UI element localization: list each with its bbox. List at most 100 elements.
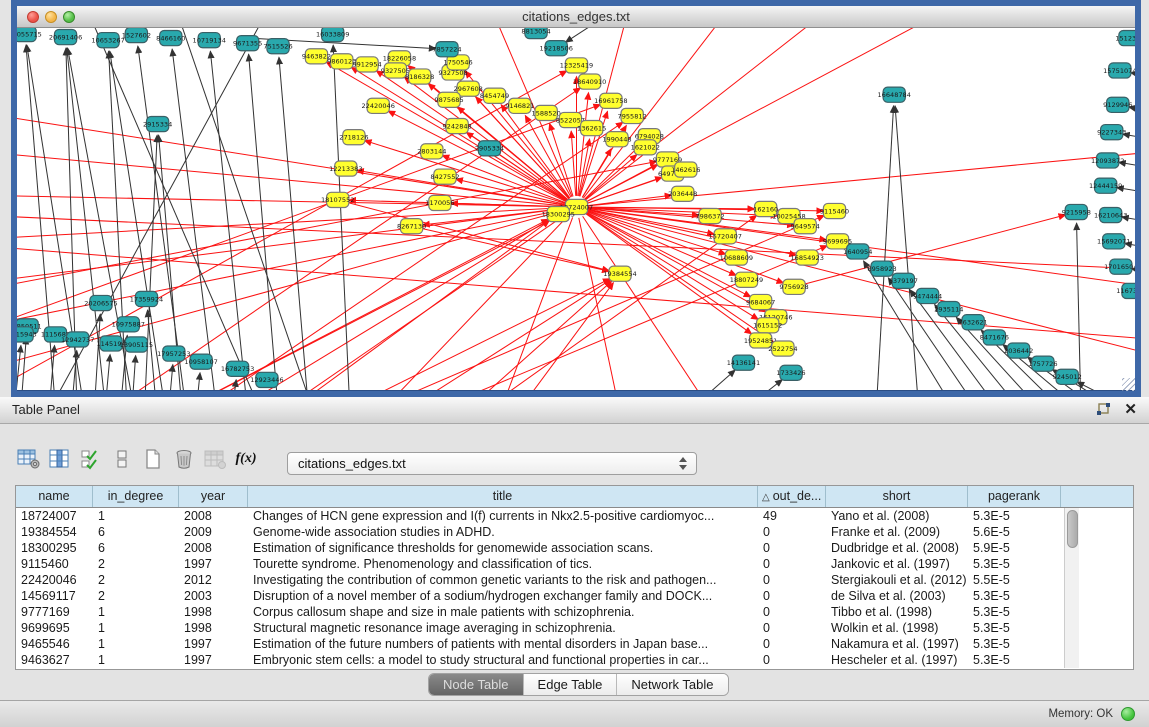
table-cell-in_degree[interactable]: 6 bbox=[93, 524, 179, 540]
graph-node[interactable]: 12923446 bbox=[250, 372, 283, 387]
table-cell-short[interactable]: Hescheler et al. (1997) bbox=[826, 652, 968, 668]
new-file-icon[interactable] bbox=[140, 446, 166, 472]
table-cell-in_degree[interactable]: 2 bbox=[93, 572, 179, 588]
graph-node[interactable]: 1640954 bbox=[843, 244, 872, 259]
column-header-out_de[interactable]: △out_de... bbox=[758, 486, 826, 507]
table-cell-short[interactable]: Dudbridge et al. (2008) bbox=[826, 540, 968, 556]
graph-node[interactable]: 9242848 bbox=[442, 119, 471, 134]
graph-node[interactable]: 7857224 bbox=[432, 42, 461, 57]
table-cell-title[interactable]: Investigating the contribution of common… bbox=[248, 572, 758, 588]
table-cell-title[interactable]: Structural magnetic resonance image aver… bbox=[248, 620, 758, 636]
table-cell-out_de[interactable]: 0 bbox=[758, 556, 826, 572]
graph-node[interactable]: 6379197 bbox=[889, 273, 918, 288]
graph-node[interactable]: 10653267 bbox=[91, 33, 124, 48]
graph-node[interactable]: 18640910 bbox=[573, 74, 606, 89]
table-cell-short[interactable]: de Silva et al. (2003) bbox=[826, 588, 968, 604]
graph-node[interactable]: 10719134 bbox=[193, 33, 226, 48]
table-row[interactable]: 946554611997Estimation of the future num… bbox=[16, 636, 1133, 652]
table-cell-title[interactable]: Estimation of significance thresholds fo… bbox=[248, 540, 758, 556]
table-cell-out_de[interactable]: 49 bbox=[758, 508, 826, 524]
graph-node[interactable]: 9912954 bbox=[352, 57, 381, 72]
table-cell-out_de[interactable]: 0 bbox=[758, 652, 826, 668]
graph-node[interactable]: 2036448 bbox=[668, 186, 697, 201]
table-cell-year[interactable]: 2008 bbox=[179, 508, 248, 524]
table-cell-year[interactable]: 2012 bbox=[179, 572, 248, 588]
graph-node[interactable]: 11673514 bbox=[1116, 283, 1135, 298]
graph-node[interactable]: 1990448 bbox=[602, 132, 631, 147]
table-cell-pagerank[interactable]: 5.5E-5 bbox=[968, 572, 1061, 588]
tab-edge-table[interactable]: Edge Table bbox=[524, 674, 618, 695]
table-cell-out_de[interactable]: 0 bbox=[758, 524, 826, 540]
graph-node[interactable]: 9115460 bbox=[820, 203, 849, 218]
float-panel-icon[interactable] bbox=[1096, 403, 1111, 417]
close-button[interactable] bbox=[27, 11, 39, 23]
table-cell-in_degree[interactable]: 1 bbox=[93, 620, 179, 636]
graph-node[interactable]: 12444159 bbox=[1089, 178, 1122, 193]
graph-node[interactable]: 1527602 bbox=[122, 28, 151, 43]
network-view[interactable]: 1872400794638229860123991295418226058932… bbox=[17, 28, 1135, 390]
graph-node[interactable]: 14055715 bbox=[17, 28, 42, 42]
graph-node[interactable]: 9129946 bbox=[1103, 97, 1132, 112]
graph-node[interactable]: 10975887 bbox=[112, 317, 145, 332]
column-header-short[interactable]: short bbox=[826, 486, 968, 507]
table-cell-in_degree[interactable]: 2 bbox=[93, 588, 179, 604]
table-cell-pagerank[interactable]: 5.9E-5 bbox=[968, 540, 1061, 556]
table-cell-pagerank[interactable]: 5.6E-5 bbox=[968, 524, 1061, 540]
graph-node[interactable]: 17016504 bbox=[1104, 259, 1135, 274]
column-header-pagerank[interactable]: pagerank bbox=[968, 486, 1061, 507]
table-cell-in_degree[interactable]: 1 bbox=[93, 636, 179, 652]
graph-node[interactable]: 2718126 bbox=[339, 130, 368, 145]
table-cell-year[interactable]: 2003 bbox=[179, 588, 248, 604]
table-scrollbar[interactable] bbox=[1064, 508, 1079, 668]
table-cell-name[interactable]: 19384554 bbox=[16, 524, 93, 540]
table-cell-in_degree[interactable]: 1 bbox=[93, 604, 179, 620]
graph-node[interactable]: 12213383 bbox=[329, 161, 362, 176]
graph-node[interactable]: 2036442 bbox=[1004, 343, 1033, 358]
graph-node[interactable]: 9671355 bbox=[233, 36, 262, 51]
table-cell-short[interactable]: Yano et al. (2008) bbox=[826, 508, 968, 524]
graph-node[interactable]: 7955812 bbox=[618, 108, 647, 123]
graph-node[interactable]: 7986372 bbox=[695, 208, 724, 223]
graph-node[interactable]: 9875685 bbox=[434, 92, 463, 107]
graph-node[interactable]: 8958923 bbox=[867, 261, 896, 276]
table-cell-out_de[interactable]: 0 bbox=[758, 604, 826, 620]
table-cell-name[interactable]: 9463627 bbox=[16, 652, 93, 668]
window-resize-grip[interactable] bbox=[1122, 378, 1135, 391]
function-icon[interactable]: f(x) bbox=[233, 446, 259, 472]
graph-node[interactable]: 1170056 bbox=[425, 195, 454, 210]
graph-node[interactable]: 1757726 bbox=[1028, 356, 1057, 371]
graph-node[interactable]: 17359924 bbox=[130, 291, 163, 306]
table-cell-name[interactable]: 9777169 bbox=[16, 604, 93, 620]
graph-node[interactable]: 8267130 bbox=[397, 219, 426, 234]
column-header-in_degree[interactable]: in_degree bbox=[93, 486, 179, 507]
table-cell-name[interactable]: 14569117 bbox=[16, 588, 93, 604]
graph-node[interactable]: 1512304 bbox=[1115, 31, 1135, 46]
table-row[interactable]: 969969511998Structural magnetic resonanc… bbox=[16, 620, 1133, 636]
table-cell-title[interactable]: Embryonic stem cells: a model to study s… bbox=[248, 652, 758, 668]
table-cell-year[interactable]: 1998 bbox=[179, 620, 248, 636]
table-cell-pagerank[interactable]: 5.3E-5 bbox=[968, 620, 1061, 636]
table-cell-pagerank[interactable]: 5.3E-5 bbox=[968, 508, 1061, 524]
table-cell-name[interactable]: 18300295 bbox=[16, 540, 93, 556]
table-cell-pagerank[interactable]: 5.3E-5 bbox=[968, 556, 1061, 572]
graph-node[interactable]: 10688609 bbox=[720, 250, 753, 265]
table-cell-year[interactable]: 1997 bbox=[179, 556, 248, 572]
table-row[interactable]: 1456911722003Disruption of a novel membe… bbox=[16, 588, 1133, 604]
table-cell-title[interactable]: Disruption of a novel member of a sodium… bbox=[248, 588, 758, 604]
table-cell-out_de[interactable]: 0 bbox=[758, 636, 826, 652]
table-cell-out_de[interactable]: 0 bbox=[758, 620, 826, 636]
table-cell-name[interactable]: 9465546 bbox=[16, 636, 93, 652]
memory-ok-indicator[interactable] bbox=[1121, 707, 1135, 721]
graph-node[interactable]: 12325419 bbox=[560, 58, 593, 73]
graph-node[interactable]: 8454749 bbox=[480, 88, 509, 103]
table-cell-short[interactable]: Stergiakouli et al. (2012) bbox=[826, 572, 968, 588]
tab-node-table[interactable]: Node Table bbox=[429, 674, 524, 695]
graph-node[interactable]: 9227343 bbox=[1097, 125, 1126, 140]
graph-node[interactable]: 16648784 bbox=[877, 87, 910, 102]
table-cell-pagerank[interactable]: 5.3E-5 bbox=[968, 652, 1061, 668]
table-cell-title[interactable]: Corpus callosum shape and size in male p… bbox=[248, 604, 758, 620]
table-cell-title[interactable]: Estimation of the future numbers of pati… bbox=[248, 636, 758, 652]
table-cell-in_degree[interactable]: 1 bbox=[93, 508, 179, 524]
graph-node[interactable]: 8427552 bbox=[430, 169, 459, 184]
table-cell-in_degree[interactable]: 2 bbox=[93, 556, 179, 572]
